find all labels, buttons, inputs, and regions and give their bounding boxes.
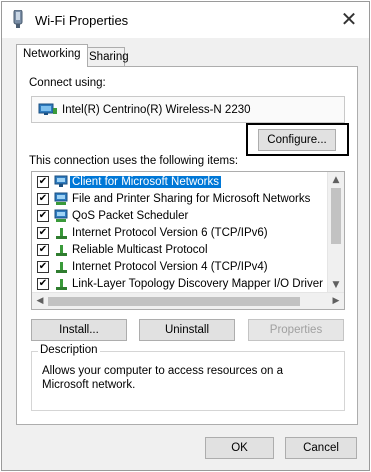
description-title: Description — [38, 344, 100, 356]
scroll-left-icon[interactable]: ◀ — [32, 293, 48, 309]
tab-networking[interactable]: Networking — [16, 44, 88, 67]
adapter-field: Intel(R) Centrino(R) Wireless-N 2230 — [31, 96, 345, 123]
dialog-window: Wi-Fi Properties ✕ Networking Sharing Co… — [1, 1, 370, 471]
item-label: QoS Packet Scheduler — [72, 210, 189, 222]
item-label: File and Printer Sharing for Microsoft N… — [72, 193, 311, 205]
adapter-name: Intel(R) Centrino(R) Wireless-N 2230 — [62, 104, 251, 116]
title-bar: Wi-Fi Properties ✕ — [2, 2, 369, 38]
list-item[interactable]: ✔ Client for Microsoft Networks — [32, 174, 328, 191]
scrollbar-thumb[interactable] — [48, 297, 300, 306]
item-checkbox[interactable]: ✔ — [37, 193, 49, 205]
item-label: Internet Protocol Version 6 (TCP/IPv6) — [72, 227, 268, 239]
list-item[interactable]: ✔ QoS Packet Scheduler — [32, 208, 328, 225]
item-checkbox[interactable]: ✔ — [37, 227, 49, 239]
vertical-scrollbar[interactable]: ▲ ▼ — [327, 172, 344, 293]
scroll-down-icon[interactable]: ▼ — [328, 277, 344, 293]
close-icon[interactable]: ✕ — [337, 8, 361, 32]
network-service-icon — [54, 192, 70, 209]
list-item[interactable]: ✔ Internet Protocol Version 6 (TCP/IPv6) — [32, 225, 328, 242]
item-checkbox[interactable]: ✔ — [37, 210, 49, 222]
window-title: Wi-Fi Properties — [35, 13, 129, 28]
uninstall-button[interactable]: Uninstall — [139, 319, 235, 341]
tab-label: Networking — [23, 48, 81, 60]
cancel-button[interactable]: Cancel — [285, 437, 357, 459]
network-client-icon — [54, 175, 70, 192]
horizontal-scrollbar[interactable]: ◀ ▶ — [32, 292, 344, 309]
list-item[interactable]: ✔ File and Printer Sharing for Microsoft… — [32, 191, 328, 208]
configure-highlight-box — [246, 123, 349, 156]
item-checkbox[interactable]: ✔ — [37, 176, 49, 188]
scroll-right-icon[interactable]: ▶ — [328, 293, 344, 309]
item-label: Link-Layer Topology Discovery Mapper I/O… — [72, 278, 323, 290]
items-list[interactable]: ✔ Client for Microsoft Networks ✔ File a… — [31, 171, 345, 310]
tab-sharing[interactable]: Sharing — [82, 47, 129, 67]
list-item[interactable]: ✔ Reliable Multicast Protocol — [32, 242, 328, 259]
install-button[interactable]: Install... — [31, 319, 127, 341]
networking-panel: Connect using: Intel(R) Centrino(R) Wire… — [16, 66, 358, 425]
ok-button[interactable]: OK — [205, 437, 274, 459]
item-checkbox[interactable]: ✔ — [37, 261, 49, 273]
list-item[interactable]: ✔ Internet Protocol Version 4 (TCP/IPv4) — [32, 259, 328, 276]
item-label: Client for Microsoft Networks — [70, 176, 221, 188]
item-checkbox[interactable]: ✔ — [37, 278, 49, 290]
scroll-up-icon[interactable]: ▲ — [328, 172, 344, 188]
network-service-icon — [54, 209, 70, 226]
properties-button[interactable]: Properties — [248, 319, 344, 341]
network-adapter-icon — [38, 103, 58, 120]
protocol-icon — [54, 226, 70, 243]
scrollbar-thumb[interactable] — [331, 188, 341, 244]
connect-using-label: Connect using: — [29, 77, 106, 89]
description-group: Description Allows your computer to acce… — [31, 344, 345, 411]
item-label: Reliable Multicast Protocol — [72, 244, 208, 256]
item-label: Internet Protocol Version 4 (TCP/IPv4) — [72, 261, 268, 273]
wifi-adapter-icon — [12, 9, 24, 31]
description-text: Allows your computer to access resources… — [42, 365, 283, 391]
tab-label: Sharing — [89, 51, 129, 63]
items-label: This connection uses the following items… — [29, 155, 239, 167]
protocol-icon — [54, 243, 70, 260]
list-item[interactable]: ✔ Link-Layer Topology Discovery Mapper I… — [32, 276, 328, 293]
item-checkbox[interactable]: ✔ — [37, 244, 49, 256]
protocol-icon — [54, 260, 70, 277]
